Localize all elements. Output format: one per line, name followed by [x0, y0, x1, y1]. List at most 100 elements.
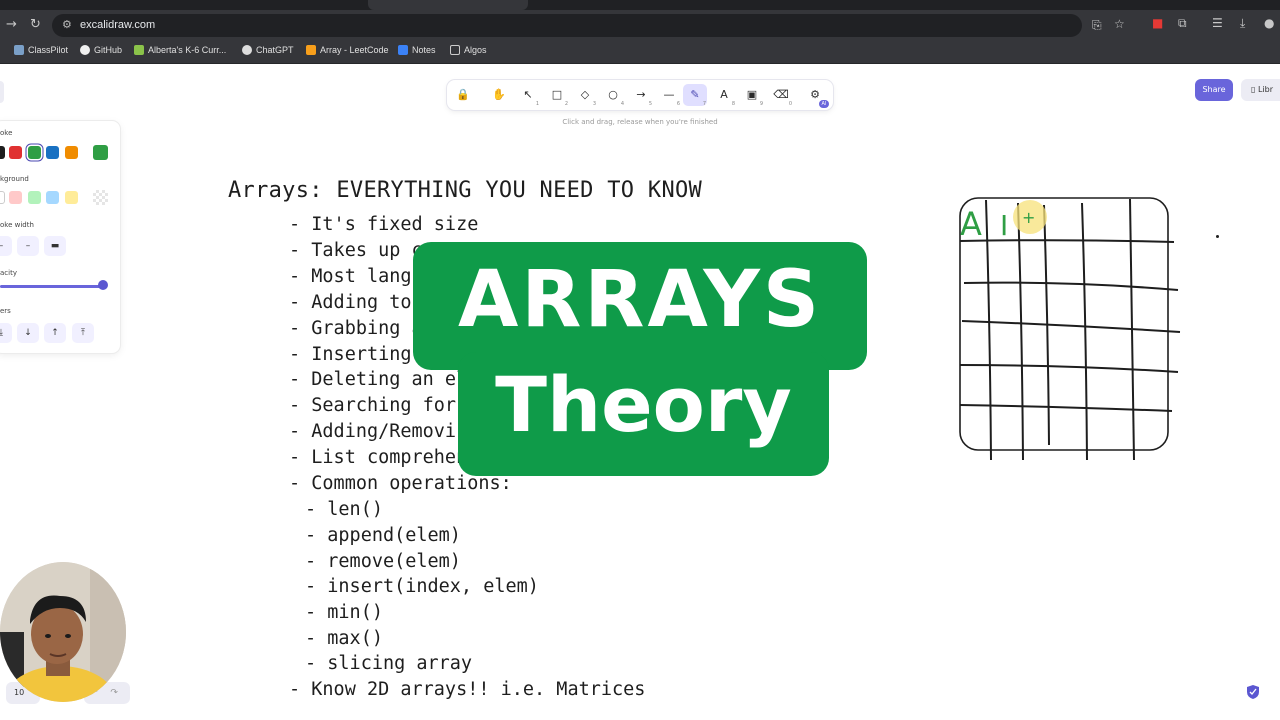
stroke-label: oke [0, 129, 13, 137]
note-sub-item[interactable]: - slicing array [305, 653, 472, 674]
stroke-width-extra[interactable]: ▬ [44, 236, 66, 256]
bookmark-github[interactable]: GitHub [80, 45, 122, 55]
selection-icon[interactable]: ↖ 1 [516, 84, 540, 107]
stroke-color-green[interactable] [28, 146, 41, 159]
note-sub-item[interactable]: - len() [305, 499, 383, 520]
opacity-label: acity [0, 269, 17, 277]
bookmarks-bar: ClassPilot GitHub Alberta's K-6 Curr... … [0, 40, 1280, 64]
library-button[interactable]: ▯ Libr [1241, 79, 1280, 101]
stroke-width-bold[interactable]: – [17, 236, 39, 256]
stroke-color-blue[interactable] [46, 146, 59, 159]
stroke-color-black[interactable] [0, 146, 5, 159]
matrix-drawing[interactable]: A I + [950, 195, 1190, 465]
book-icon: ▯ [1251, 85, 1258, 94]
webcam-overlay [0, 562, 126, 702]
opacity-slider-thumb[interactable] [98, 280, 108, 290]
opacity-slider-track[interactable] [0, 285, 106, 288]
profile-icon[interactable]: ● [1264, 16, 1274, 30]
bg-color-yellow[interactable] [65, 191, 78, 204]
grid-label-i: I [1000, 209, 1008, 242]
grid-label-a: A [960, 205, 982, 243]
send-to-back-icon[interactable]: ⤓ [0, 323, 12, 343]
line-icon[interactable]: —6 [657, 84, 681, 107]
send-backward-icon[interactable]: ↓ [17, 323, 39, 343]
lock-icon[interactable]: 🔒 [451, 84, 475, 106]
text-icon[interactable]: A8 [712, 84, 736, 107]
bookmark-leetcode[interactable]: Array - LeetCode [306, 45, 389, 55]
download-icon[interactable]: ⤓ [1240, 16, 1245, 31]
shield-icon[interactable] [1247, 685, 1259, 699]
arrow-icon[interactable]: → 5 [629, 84, 653, 107]
note-item[interactable]: - Searching for e [289, 395, 478, 416]
alberta-icon [134, 45, 144, 55]
bg-color-lightgreen[interactable] [28, 191, 41, 204]
browser-toolbar: → ↻ ⚙ excalidraw.com ⎘ ☆ ■ ⧉ ☰ ⤓ ● [0, 10, 1280, 40]
rectangle-icon[interactable]: □ 2 [545, 84, 569, 107]
stroke-color-orange[interactable] [65, 146, 78, 159]
note-item[interactable]: - Most langu [289, 266, 423, 287]
ellipse-icon[interactable]: ○ 4 [601, 84, 625, 107]
image-icon[interactable]: ▣ 9 [740, 84, 764, 107]
library-badge: AI [819, 100, 829, 108]
bookmark-classpilot[interactable]: ClassPilot [14, 45, 68, 55]
classpilot-icon [14, 45, 24, 55]
note-item[interactable]: - Deleting an ele [289, 369, 478, 390]
extensions-icon[interactable]: ⧉ [1178, 16, 1187, 31]
bookmark-alberta[interactable]: Alberta's K-6 Curr... [134, 45, 226, 55]
stroke-color-red[interactable] [9, 146, 22, 159]
shape-toolbar: 🔒 ✋ ↖ 1 □ 2 ◇ 3 ○ 4 → 5 —6 ✎ 7 A8 ▣ 9 ⌫ 0 ⚙ AI [447, 80, 833, 110]
bg-color-pink[interactable] [9, 191, 22, 204]
current-bg-color[interactable] [93, 190, 108, 205]
bookmark-star-icon[interactable]: ☆ [1114, 17, 1125, 31]
site-info-icon[interactable]: ⚙ [62, 18, 72, 31]
pen-cursor-icon: + [1022, 208, 1035, 227]
library-icon[interactable]: ⚙ AI [803, 84, 829, 108]
note-item[interactable]: - It's fixed size [289, 214, 478, 235]
bookmark-algos[interactable]: Algos [450, 45, 487, 55]
tab-search-icon[interactable]: ☰ [1212, 16, 1223, 30]
bring-to-front-icon[interactable]: ⤒ [72, 323, 94, 343]
address-bar[interactable]: ⚙ excalidraw.com ⎘ ☆ [52, 14, 1125, 37]
excalidraw-canvas[interactable]: 🔒 ✋ ↖ 1 □ 2 ◇ 3 ○ 4 → 5 —6 ✎ 7 A8 ▣ 9 ⌫ 0 ⚙ AI Cl… [0, 65, 1280, 720]
note-item[interactable]: - Adding/Removi [289, 421, 456, 442]
notes-icon [398, 45, 408, 55]
notes-title[interactable]: Arrays: EVERYTHING YOU NEED TO KNOW [228, 178, 702, 203]
browser-tab-active[interactable] [368, 0, 528, 10]
note-item[interactable]: - List comprehen [289, 447, 467, 468]
folder-icon [450, 45, 460, 55]
current-stroke-color[interactable] [93, 145, 108, 160]
bg-color-transparent[interactable] [0, 191, 5, 204]
redo-icon[interactable]: ↷ [110, 688, 118, 698]
share-button[interactable]: Share [1195, 79, 1233, 101]
note-sub-item[interactable]: - append(elem) [305, 525, 461, 546]
eraser-icon[interactable]: ⌫ 0 [769, 84, 793, 107]
hand-icon[interactable]: ✋ [487, 84, 511, 106]
forward-icon[interactable]: → [6, 17, 17, 32]
banner-subtitle: Theory [495, 360, 792, 449]
bring-forward-icon[interactable]: ↑ [44, 323, 66, 343]
diamond-icon[interactable]: ◇ 3 [573, 84, 597, 107]
note-sub-item[interactable]: - max() [305, 628, 383, 649]
reload-icon[interactable]: ↻ [30, 17, 41, 32]
note-sub-item[interactable]: - min() [305, 602, 383, 623]
bookmark-notes[interactable]: Notes [398, 45, 436, 55]
draw-icon[interactable]: ✎ 7 [683, 84, 707, 107]
note-item[interactable]: - Common operations: [289, 473, 512, 494]
note-sub-item[interactable]: - insert(index, elem) [305, 576, 539, 597]
stroke-width-label: oke width [0, 221, 34, 229]
note-item[interactable]: - Know 2D arrays!! i.e. Matrices [289, 679, 645, 700]
stray-dot [1216, 235, 1219, 238]
note-item[interactable]: - Grabbing a [289, 318, 423, 339]
github-icon [80, 45, 90, 55]
leetcode-icon [306, 45, 316, 55]
note-item[interactable]: - Adding to [289, 292, 412, 313]
bg-color-lightblue[interactable] [46, 191, 59, 204]
menu-button[interactable] [0, 81, 4, 103]
url-text: excalidraw.com [80, 19, 156, 31]
bookmark-chatgpt[interactable]: ChatGPT [242, 45, 294, 55]
properties-panel: oke kground oke width – – ▬ acity ers ⤓ … [0, 121, 120, 353]
note-sub-item[interactable]: - remove(elem) [305, 551, 461, 572]
install-icon[interactable]: ⎘ [1092, 18, 1102, 33]
extension-icon[interactable]: ■ [1152, 16, 1163, 30]
stroke-width-thin[interactable]: – [0, 236, 12, 256]
